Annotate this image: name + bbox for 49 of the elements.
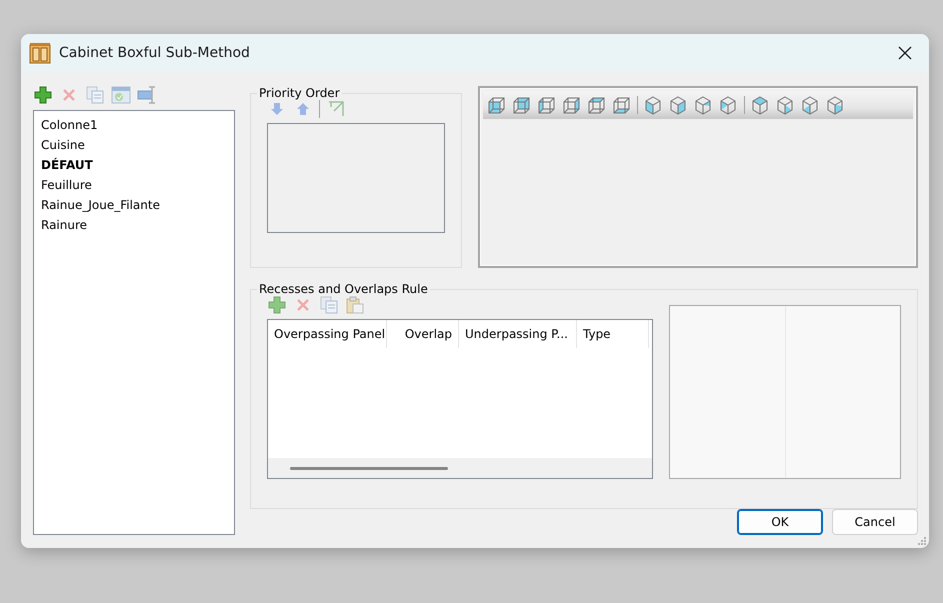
cube-face-icon[interactable] (562, 96, 581, 114)
copy-icon (320, 296, 338, 314)
column-header[interactable]: Underpassing P... (459, 320, 577, 348)
check-button[interactable] (111, 86, 131, 104)
arrow-down-icon (270, 102, 284, 116)
copy-icon (86, 86, 104, 104)
cube-view-icon[interactable] (694, 96, 713, 114)
cube-face-icon[interactable] (537, 96, 556, 114)
delete-icon (62, 88, 76, 102)
add-button[interactable] (267, 296, 287, 314)
cube-view-icon[interactable] (751, 96, 770, 114)
cube-face-icon[interactable] (487, 96, 506, 114)
horizontal-scrollbar[interactable] (268, 458, 652, 478)
cube-view-icon[interactable] (669, 96, 688, 114)
list-item[interactable]: DÉFAUT (41, 155, 93, 175)
window-title: Cabinet Boxful Sub-Method (59, 45, 251, 61)
ok-button[interactable]: OK (737, 509, 823, 535)
cabinet-icon (29, 42, 51, 64)
cube-face-icon[interactable] (612, 96, 631, 114)
list-item[interactable]: Feuillure (41, 175, 92, 195)
column-header[interactable]: Overpassing Panel (268, 320, 387, 348)
column-header[interactable]: Type (577, 320, 649, 348)
cube-view-icon[interactable] (644, 96, 663, 114)
list-item[interactable]: Rainue_Joue_Filante (41, 195, 160, 215)
cube-view-icon[interactable] (719, 96, 738, 114)
add-icon (34, 86, 52, 104)
rename-button[interactable] (137, 86, 157, 104)
cube-view-icon[interactable] (826, 96, 845, 114)
list-item[interactable]: Colonne1 (41, 115, 98, 135)
cube-view-icon[interactable] (801, 96, 820, 114)
close-icon (898, 46, 912, 60)
list-item[interactable]: Cuisine (41, 135, 85, 155)
group-title: Priority Order (258, 86, 341, 100)
check-form-icon (111, 86, 131, 104)
cube-view-icon[interactable] (776, 96, 795, 114)
cancel-button[interactable]: Cancel (832, 509, 918, 535)
add-button[interactable] (33, 86, 53, 104)
list-item[interactable]: Rainure (41, 215, 88, 235)
rename-icon (137, 86, 157, 104)
resize-grip-icon[interactable] (917, 536, 927, 546)
delete-icon (296, 298, 310, 312)
arrow-up-icon (296, 102, 310, 116)
cube-face-icon[interactable] (512, 96, 531, 114)
group-title: Recesses and Overlaps Rule (258, 282, 429, 296)
add-icon (268, 296, 286, 314)
paste-icon (346, 296, 364, 314)
column-header[interactable]: Overlap (387, 320, 459, 348)
cube-face-icon[interactable] (587, 96, 606, 114)
corner-arrow-icon (327, 100, 345, 118)
